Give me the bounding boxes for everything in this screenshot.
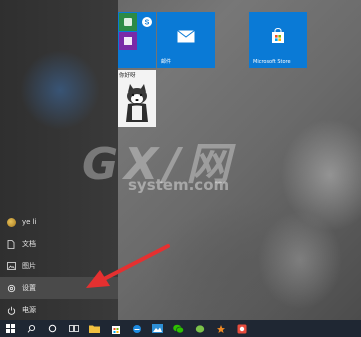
pictures-label: 图片 — [22, 262, 36, 270]
power-icon — [0, 306, 22, 315]
app-icon[interactable] — [210, 320, 231, 337]
photos-live-tile[interactable]: 你好呀 — [118, 70, 156, 127]
wechat-icon[interactable] — [168, 320, 189, 337]
windows-start-icon[interactable] — [0, 320, 21, 337]
taskbar — [0, 320, 361, 337]
watermark-url: system.com — [128, 176, 230, 194]
documents-label: 文档 — [22, 240, 36, 248]
photo-caption: 你好呀 — [119, 73, 136, 79]
search-icon[interactable] — [21, 320, 42, 337]
svg-text:S: S — [145, 20, 150, 27]
mail-tile[interactable]: 邮件 — [157, 12, 215, 68]
user-name: ye li — [22, 218, 37, 226]
skype-tile[interactable]: S — [138, 13, 156, 31]
blurred-background — [20, 50, 100, 130]
small-tile-group: S — [118, 12, 156, 68]
user-account-item[interactable]: ye li — [0, 211, 118, 233]
husky-dog-illustration — [126, 84, 148, 122]
settings-gear-icon — [0, 284, 22, 293]
store-bag-icon — [272, 28, 284, 43]
store-tile-label: Microsoft Store — [253, 59, 291, 65]
mail-icon — [177, 30, 195, 43]
avatar — [6, 217, 16, 227]
onenote-tile[interactable] — [119, 32, 137, 50]
power-item[interactable]: 电源 — [0, 299, 118, 321]
document-icon — [0, 239, 22, 249]
photos-icon[interactable] — [147, 320, 168, 337]
edge-icon[interactable] — [126, 320, 147, 337]
power-label: 电源 — [22, 306, 36, 314]
mail-tile-label: 邮件 — [161, 59, 172, 65]
store-icon[interactable] — [105, 320, 126, 337]
settings-label: 设置 — [22, 284, 36, 292]
mobile-plans-tile[interactable] — [119, 13, 137, 31]
app-icon[interactable] — [231, 320, 252, 337]
cortana-icon[interactable] — [42, 320, 63, 337]
file-explorer-icon[interactable] — [84, 320, 105, 337]
picture-icon — [0, 262, 22, 270]
task-view-icon[interactable] — [63, 320, 84, 337]
microsoft-store-tile[interactable]: Microsoft Store — [249, 12, 307, 68]
wechat-work-icon[interactable] — [189, 320, 210, 337]
red-pointer-arrow — [86, 244, 170, 288]
